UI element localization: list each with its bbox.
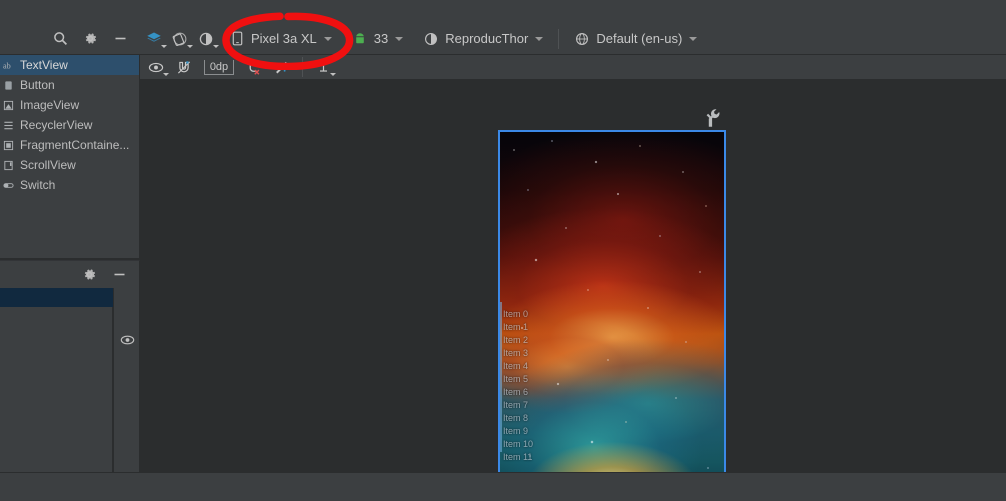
palette-item-label: ScrollView [20, 158, 76, 172]
infer-constraints-icon[interactable] [274, 59, 290, 75]
scrollview-icon [3, 160, 14, 171]
list-item: Item 4 [503, 361, 529, 371]
palette-item-label: ImageView [20, 98, 80, 112]
attributes-panel-gutter [114, 288, 140, 473]
palette-item-label: Button [20, 78, 55, 92]
palette-item-label: TextView [20, 58, 68, 72]
design-surface[interactable]: Item 0 Item 1 Item 2 Item 3 Item 4 Item … [140, 80, 1006, 473]
svg-text:ab: ab [3, 61, 11, 70]
phone-icon [229, 31, 245, 47]
device-label: Pixel 3a XL [251, 31, 317, 46]
list-item: Item 8 [503, 413, 529, 423]
palette-item-fragmentcontainer[interactable]: FragmentContaine... [0, 135, 139, 155]
status-bar [0, 472, 1006, 501]
orientation-icon[interactable] [172, 31, 193, 48]
list-item: Item 5 [503, 374, 529, 384]
default-margin-value[interactable]: 0dp [204, 59, 234, 75]
palette-item-label: FragmentContaine... [20, 138, 130, 152]
list-item: Item 10 [503, 439, 534, 449]
clear-constraints-icon[interactable] [246, 59, 262, 75]
palette-item-textview[interactable]: ab TextView [0, 55, 139, 75]
list-item: Item 7 [503, 400, 529, 410]
align-icon[interactable] [315, 59, 336, 76]
gear-icon[interactable] [82, 31, 98, 47]
wrench-icon[interactable] [705, 108, 721, 128]
palette-item-imageview[interactable]: ImageView [0, 95, 139, 115]
chevron-down-icon [323, 36, 332, 41]
main-toolbar: Pixel 3a XL 33 ReproducThor Default (en-… [0, 0, 1006, 55]
magnet-off-icon[interactable] [176, 59, 192, 75]
globe-icon [574, 31, 590, 47]
button-icon [3, 80, 14, 91]
view-options-icon[interactable] [148, 59, 169, 76]
theme-contrast-icon [423, 31, 439, 47]
textview-icon: ab [3, 60, 14, 71]
theme-icon[interactable] [198, 31, 219, 48]
api-level-label: 33 [373, 31, 389, 46]
list-item: Item 6 [503, 387, 529, 397]
list-item: Item 2 [503, 335, 529, 345]
palette-item-label: Switch [20, 178, 56, 192]
palette-panel: ab TextView Button ImageView RecyclerVie… [0, 55, 140, 258]
preview-list[interactable]: Item 0 Item 1 Item 2 Item 3 Item 4 Item … [503, 308, 533, 464]
android-icon [352, 31, 368, 47]
chevron-down-icon [535, 36, 544, 41]
palette-item-switch[interactable]: Switch [0, 175, 139, 195]
device-selector[interactable]: Pixel 3a XL [224, 28, 337, 50]
theme-label: ReproducThor [445, 31, 529, 46]
palette-item-label: RecyclerView [20, 118, 93, 132]
imageview-icon [3, 100, 14, 111]
attributes-selected-row[interactable] [0, 288, 113, 307]
visibility-icon[interactable] [119, 332, 135, 348]
switch-icon [3, 180, 14, 191]
list-item: Item 1 [503, 322, 529, 332]
api-level-selector[interactable]: 33 [347, 28, 408, 50]
list-item: Item 9 [503, 426, 529, 436]
list-item: Item 3 [503, 348, 529, 358]
android-studio-layout-editor: Pixel 3a XL 33 ReproducThor Default (en-… [0, 0, 1006, 501]
chevron-down-icon [161, 44, 167, 48]
chevron-down-icon [187, 44, 193, 48]
theme-selector[interactable]: ReproducThor [418, 28, 548, 50]
design-toolbar: Pixel 3a XL 33 ReproducThor Default (en-… [140, 22, 1006, 55]
fragmentcontainer-icon [3, 140, 14, 151]
attributes-panel-body[interactable] [0, 288, 113, 473]
design-surface-toolbar: 0dp [140, 55, 1006, 80]
chevron-down-icon [689, 36, 698, 41]
device-preview[interactable]: Item 0 Item 1 Item 2 Item 3 Item 4 Item … [498, 130, 726, 473]
palette-item-scrollview[interactable]: ScrollView [0, 155, 139, 175]
chevron-down-icon [213, 44, 219, 48]
palette-toolbar [0, 22, 140, 55]
chevron-down-icon [395, 36, 404, 41]
toolbar-divider [558, 28, 560, 49]
search-icon[interactable] [52, 31, 68, 47]
list-item: Item 11 [503, 452, 533, 462]
chevron-down-icon [163, 73, 169, 76]
minimize-icon[interactable] [112, 31, 128, 47]
recyclerview-icon [3, 120, 14, 131]
design-mode-icon[interactable] [146, 31, 167, 48]
palette-item-recyclerview[interactable]: RecyclerView [0, 115, 139, 135]
attributes-panel-header [0, 260, 140, 288]
locale-label: Default (en-us) [596, 31, 683, 46]
gear-icon[interactable] [81, 267, 97, 283]
nebula-stars [500, 132, 724, 473]
locale-selector[interactable]: Default (en-us) [569, 28, 702, 50]
palette-item-button[interactable]: Button [0, 75, 139, 95]
chevron-down-icon [330, 73, 336, 76]
minimize-icon[interactable] [111, 267, 127, 283]
list-accent-bar [500, 302, 502, 452]
list-item: Item 0 [503, 309, 529, 319]
subbar-divider [302, 57, 303, 77]
